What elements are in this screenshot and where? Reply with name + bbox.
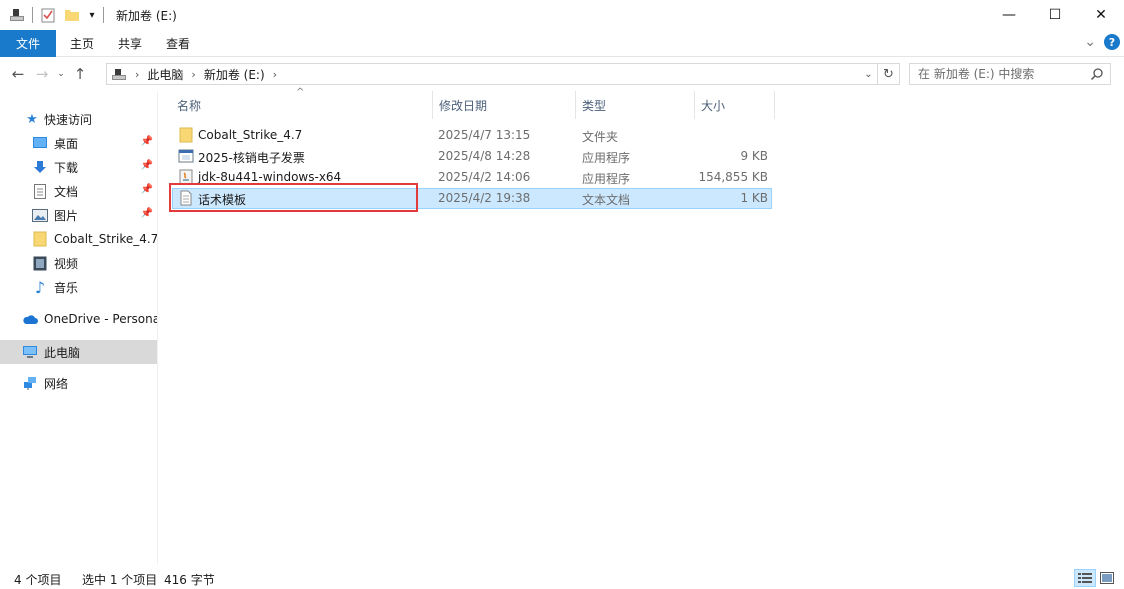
file-name: Cobalt_Strike_4.7 [198,128,303,142]
new-folder-icon[interactable] [63,6,81,24]
file-name: jdk-8u441-windows-x64 [198,170,342,184]
up-button[interactable]: ↑ [68,62,92,86]
large-icons-view-icon [1100,572,1114,584]
drive-icon[interactable] [8,6,26,24]
tab-share[interactable]: 共享 [106,30,154,57]
app-icon [178,148,194,164]
window-controls: — ☐ ✕ [986,0,1124,30]
file-type: 文件夹 [582,130,619,144]
file-row-selected[interactable]: 话术模板 2025/4/2 19:38 文本文档 1 KB [172,188,772,209]
video-icon [32,255,48,271]
java-installer-icon [178,169,194,185]
nav-item-cobalt-strike[interactable]: Cobalt_Strike_4.7 [0,227,157,251]
text-file-icon [178,190,194,206]
expand-ribbon-icon[interactable]: ⌄ [1084,34,1096,50]
star-icon: ★ [26,111,38,127]
file-date: 2025/4/8 14:28 [438,149,531,163]
file-name: 话术模板 [198,193,247,207]
large-icons-view-button[interactable] [1096,569,1118,587]
breadcrumb-separator-icon[interactable]: › [191,68,195,81]
file-date: 2025/4/7 13:15 [438,128,531,142]
network-icon [22,375,38,391]
file-date: 2025/4/2 19:38 [438,191,531,205]
breadcrumb-drive-e[interactable]: 新加卷 (E:) [204,66,265,83]
status-selected-count: 选中 1 个项目 [82,573,158,587]
nav-quick-access[interactable]: ★ 快速访问 [0,107,157,131]
file-size: 9 KB [740,149,768,163]
this-pc-icon [111,66,127,82]
pin-icon: 📌 [140,208,153,219]
file-type: 文本文档 [582,193,631,207]
search-box[interactable] [909,63,1111,85]
nav-onedrive[interactable]: OneDrive - Persona [0,307,157,331]
window-title: 新加卷 (E:) [116,8,177,23]
nav-network[interactable]: 网络 [0,371,157,395]
navigation-bar: ← → ⌄ ↑ › 此电脑 › 新加卷 (E:) › ⌄ ↻ [0,57,1124,91]
file-size: 1 KB [740,191,768,205]
nav-this-pc[interactable]: 此电脑 [0,340,157,364]
pin-icon: 📌 [140,184,153,195]
address-bar[interactable]: › 此电脑 › 新加卷 (E:) › ⌄ [106,63,878,85]
tab-home[interactable]: 主页 [56,30,106,57]
nav-item-pictures[interactable]: 图片 📌 [0,203,157,227]
download-icon [32,159,48,175]
computer-icon [22,344,38,360]
nav-item-downloads[interactable]: 下载 📌 [0,155,157,179]
close-button[interactable]: ✕ [1078,0,1124,30]
file-row[interactable]: 2025-核销电子发票 2025/4/8 14:28 应用程序 9 KB [172,146,772,167]
tab-file[interactable]: 文件 [0,29,56,57]
document-icon [32,183,48,199]
quick-access-toolbar: ▾ [0,0,110,30]
nav-item-videos[interactable]: 视频 [0,251,157,275]
nav-item-documents[interactable]: 文档 📌 [0,179,157,203]
address-history-dropdown-icon[interactable]: ⌄ [859,64,877,84]
nav-item-music[interactable]: ♪ 音乐 [0,275,157,299]
breadcrumb-this-pc[interactable]: 此电脑 [147,66,183,83]
tab-view[interactable]: 查看 [154,30,202,57]
column-header-type[interactable]: 类型 [576,91,695,119]
pin-icon: 📌 [140,136,153,147]
file-date: 2025/4/2 14:06 [438,170,531,184]
music-icon: ♪ [34,277,46,297]
help-icon[interactable]: ? [1104,34,1120,50]
pin-icon: 📌 [140,160,153,171]
folder-icon [32,231,48,247]
file-row[interactable]: Cobalt_Strike_4.7 2025/4/7 13:15 文件夹 [172,125,772,146]
title-bar: ▾ 新加卷 (E:) — ☐ ✕ [0,0,1124,30]
status-selected-size: 416 字节 [164,573,215,587]
column-header-size[interactable]: 大小 [695,91,775,119]
back-button[interactable]: ← [6,62,30,86]
desktop-icon [32,135,48,151]
file-name: 2025-核销电子发票 [198,151,305,165]
status-bar: 4 个项目 选中 1 个项目 416 字节 [0,566,1124,589]
file-row[interactable]: jdk-8u441-windows-x64 2025/4/2 14:06 应用程… [172,167,772,188]
column-header-name[interactable]: 名称 [171,91,433,119]
maximize-button[interactable]: ☐ [1032,0,1078,30]
file-type: 应用程序 [582,151,631,165]
details-view-icon [1078,573,1092,583]
properties-icon[interactable] [39,6,57,24]
nav-item-desktop[interactable]: 桌面 📌 [0,131,157,155]
file-size: 154,855 KB [698,170,768,184]
forward-button[interactable]: → [30,62,54,86]
cloud-icon [22,311,38,327]
details-view-button[interactable] [1074,569,1096,587]
customize-toolbar-icon[interactable]: ▾ [87,6,97,24]
picture-icon [32,207,48,223]
search-input[interactable] [918,67,1088,81]
column-header-date[interactable]: 修改日期 [433,91,576,119]
search-icon[interactable] [1090,67,1104,84]
recent-locations-icon[interactable]: ⌄ [54,62,68,86]
navigation-pane: ★ 快速访问 桌面 📌 下载 📌 文档 📌 图片 📌 Cobalt_Strike… [0,91,158,565]
file-type: 应用程序 [582,172,631,186]
ribbon-tabs: 文件 主页 共享 查看 ⌄ ? [0,29,1124,57]
breadcrumb-separator-icon[interactable]: › [135,68,139,81]
minimize-button[interactable]: — [986,0,1032,30]
breadcrumb-separator-icon[interactable]: › [273,68,277,81]
refresh-button[interactable]: ↻ [878,63,900,85]
folder-icon [178,127,194,143]
status-item-count: 4 个项目 [14,573,62,587]
